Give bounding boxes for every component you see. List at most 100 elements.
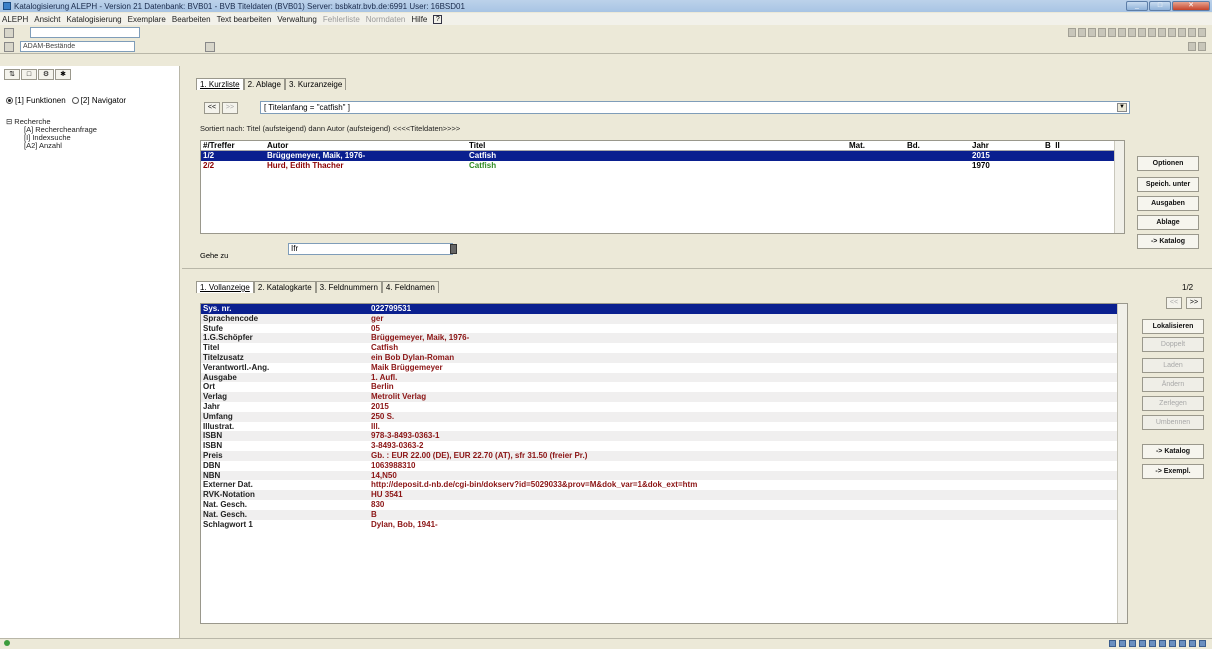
status-icon[interactable] xyxy=(1169,640,1176,647)
table-row[interactable]: Jahr 2015 xyxy=(201,402,1127,412)
results-scrollbar[interactable] xyxy=(1114,141,1124,233)
tab-search[interactable]: ✱ xyxy=(55,69,71,80)
tree-icon[interactable] xyxy=(205,42,215,52)
maximize-button[interactable]: □ xyxy=(1149,1,1171,11)
status-icon[interactable] xyxy=(1159,640,1166,647)
next-record-button[interactable]: >> xyxy=(1186,297,1202,309)
tab-feldnamen[interactable]: 4. Feldnamen xyxy=(381,281,439,293)
status-icon[interactable] xyxy=(1179,640,1186,647)
tool-icon[interactable] xyxy=(1188,42,1196,51)
goto-button[interactable] xyxy=(450,244,457,254)
tool-icon[interactable] xyxy=(1168,28,1176,37)
menu-hilfe[interactable]: Hilfe xyxy=(411,15,427,24)
minimize-button[interactable]: _ xyxy=(1126,1,1148,11)
help-icon[interactable]: ? xyxy=(433,14,443,24)
table-row[interactable]: Ausgabe 1. Aufl. xyxy=(201,372,1127,383)
speichern-unter-button[interactable]: Speich. unter xyxy=(1137,177,1199,192)
tool-icon[interactable] xyxy=(1158,28,1166,37)
chevron-down-icon[interactable]: ▼ xyxy=(1117,103,1127,112)
grid-icon[interactable] xyxy=(4,28,14,38)
table-row[interactable]: ISBN 3-8493-0363-2 xyxy=(201,441,1127,451)
tool-icon[interactable] xyxy=(1148,28,1156,37)
table-row[interactable]: Ort Berlin xyxy=(201,382,1127,392)
tool-icon[interactable] xyxy=(1178,28,1186,37)
col-treffer[interactable]: #/Treffer xyxy=(201,141,265,150)
search-query-field[interactable]: [ Titelanfang = "catfish" ] xyxy=(260,101,1130,114)
table-row[interactable]: Preis Gb. : EUR 22.00 (DE), EUR 22.70 (AT… xyxy=(201,450,1127,461)
tool-icon[interactable] xyxy=(1098,28,1106,37)
tab-functions[interactable]: ⇅ xyxy=(4,69,20,80)
table-row[interactable]: Illustrat. Ill. xyxy=(201,422,1127,432)
tab-kurzanzeige[interactable]: 3. Kurzanzeige xyxy=(284,78,347,90)
tool-icon[interactable] xyxy=(1198,28,1206,37)
table-row[interactable]: NBN 14,N50 xyxy=(201,470,1127,481)
tool-icon[interactable] xyxy=(1198,42,1206,51)
tool-icon[interactable] xyxy=(1088,28,1096,37)
tab-vollanzeige[interactable]: 1. Vollanzeige xyxy=(196,281,254,293)
table-row[interactable]: Schlagwort 1 Dylan, Bob, 1941- xyxy=(201,520,1127,530)
to-catalog-button[interactable]: -> Katalog xyxy=(1142,444,1204,459)
radio-functions[interactable] xyxy=(6,97,13,104)
tab-ablage[interactable]: 2. Ablage xyxy=(243,78,285,90)
col-jahr[interactable]: Jahr xyxy=(970,141,1043,150)
table-row[interactable]: DBN 1063988310 xyxy=(201,461,1127,471)
table-row[interactable]: 2/2 Hurd, Edith Thacher Catfish 1970 xyxy=(201,161,1124,171)
tab-settings[interactable]: ⚙ xyxy=(38,69,54,80)
table-row[interactable]: Sprachencode ger xyxy=(201,313,1127,324)
status-icon[interactable] xyxy=(1109,640,1116,647)
prev-page-button[interactable]: << xyxy=(204,102,220,114)
page-icon[interactable] xyxy=(4,42,14,52)
table-row[interactable]: Sys. nr. 022799531 xyxy=(201,304,1127,314)
tool-icon[interactable] xyxy=(1078,28,1086,37)
lokalisieren-button[interactable]: Lokalisieren xyxy=(1142,319,1204,334)
radio-navigator[interactable] xyxy=(71,97,79,104)
menu-bearbeiten[interactable]: Bearbeiten xyxy=(172,15,211,24)
table-row[interactable]: Titel Catfish xyxy=(201,343,1127,353)
tool-icon[interactable] xyxy=(1068,28,1076,37)
status-icon[interactable] xyxy=(1149,640,1156,647)
menu-verwaltung[interactable]: Verwaltung xyxy=(277,15,317,24)
col-b[interactable]: B II xyxy=(1043,141,1093,150)
table-row[interactable]: Externer Dat. http://deposit.d-nb.de/cgi-… xyxy=(201,480,1127,490)
menu-aleph[interactable]: ALEPH xyxy=(2,15,28,24)
table-row[interactable]: Verantwortl.-Ang. Maik Brüggemeyer xyxy=(201,363,1127,373)
status-icon[interactable] xyxy=(1189,640,1196,647)
close-button[interactable]: ✕ xyxy=(1172,1,1210,11)
tool-icon[interactable] xyxy=(1128,28,1136,37)
tab-docs[interactable]: □ xyxy=(21,69,37,80)
col-autor[interactable]: Autor xyxy=(265,141,467,150)
tab-feldnummern[interactable]: 3. Feldnummern xyxy=(315,281,382,293)
col-titel[interactable]: Titel xyxy=(467,141,847,150)
table-row[interactable]: Stufe 05 xyxy=(201,324,1127,334)
menu-exemplare[interactable]: Exemplare xyxy=(128,15,166,24)
command-field[interactable] xyxy=(30,27,140,38)
tab-katalogkarte[interactable]: 2. Katalogkarte xyxy=(253,281,316,293)
status-icon[interactable] xyxy=(1199,640,1206,647)
ablage-button[interactable]: Ablage xyxy=(1137,215,1199,230)
col-mat[interactable]: Mat. xyxy=(847,141,905,150)
tool-icon[interactable] xyxy=(1108,28,1116,37)
table-row[interactable]: RVK-Notation HU 3541 xyxy=(201,490,1127,500)
menu-ansicht[interactable]: Ansicht xyxy=(34,15,60,24)
tool-icon[interactable] xyxy=(1188,28,1196,37)
goto-input[interactable]: Ifr xyxy=(288,243,453,255)
status-icon[interactable] xyxy=(1139,640,1146,647)
col-bd[interactable]: Bd. xyxy=(905,141,970,150)
tool-icon[interactable] xyxy=(1118,28,1126,37)
table-row[interactable]: Nat. Gesch. 830 xyxy=(201,500,1127,510)
menu-text-bearbeiten[interactable]: Text bearbeiten xyxy=(217,15,272,24)
status-icon[interactable] xyxy=(1129,640,1136,647)
collapse-icon[interactable]: ⊟ xyxy=(6,118,12,126)
to-exemplar-button[interactable]: -> Exempl. xyxy=(1142,464,1204,479)
to-catalog-button[interactable]: -> Katalog xyxy=(1137,234,1199,249)
ausgaben-button[interactable]: Ausgaben xyxy=(1137,196,1199,211)
table-row[interactable]: Titelzusatz ein Bob Dylan-Roman xyxy=(201,352,1127,363)
table-row[interactable]: Verlag Metrolit Verlag xyxy=(201,392,1127,402)
menu-katalogisierung[interactable]: Katalogisierung xyxy=(66,15,121,24)
optionen-button[interactable]: Optionen xyxy=(1137,156,1199,171)
table-row[interactable]: Nat. Gesch. B xyxy=(201,509,1127,520)
library-select[interactable]: ADAM-Bestände xyxy=(20,41,135,52)
tree-item[interactable]: [A2] Anzahl xyxy=(6,142,97,150)
tab-kurzliste[interactable]: 1. Kurzliste xyxy=(196,78,244,90)
table-row[interactable]: 1.G.Schöpfer Brüggemeyer, Maik, 1976- xyxy=(201,333,1127,344)
